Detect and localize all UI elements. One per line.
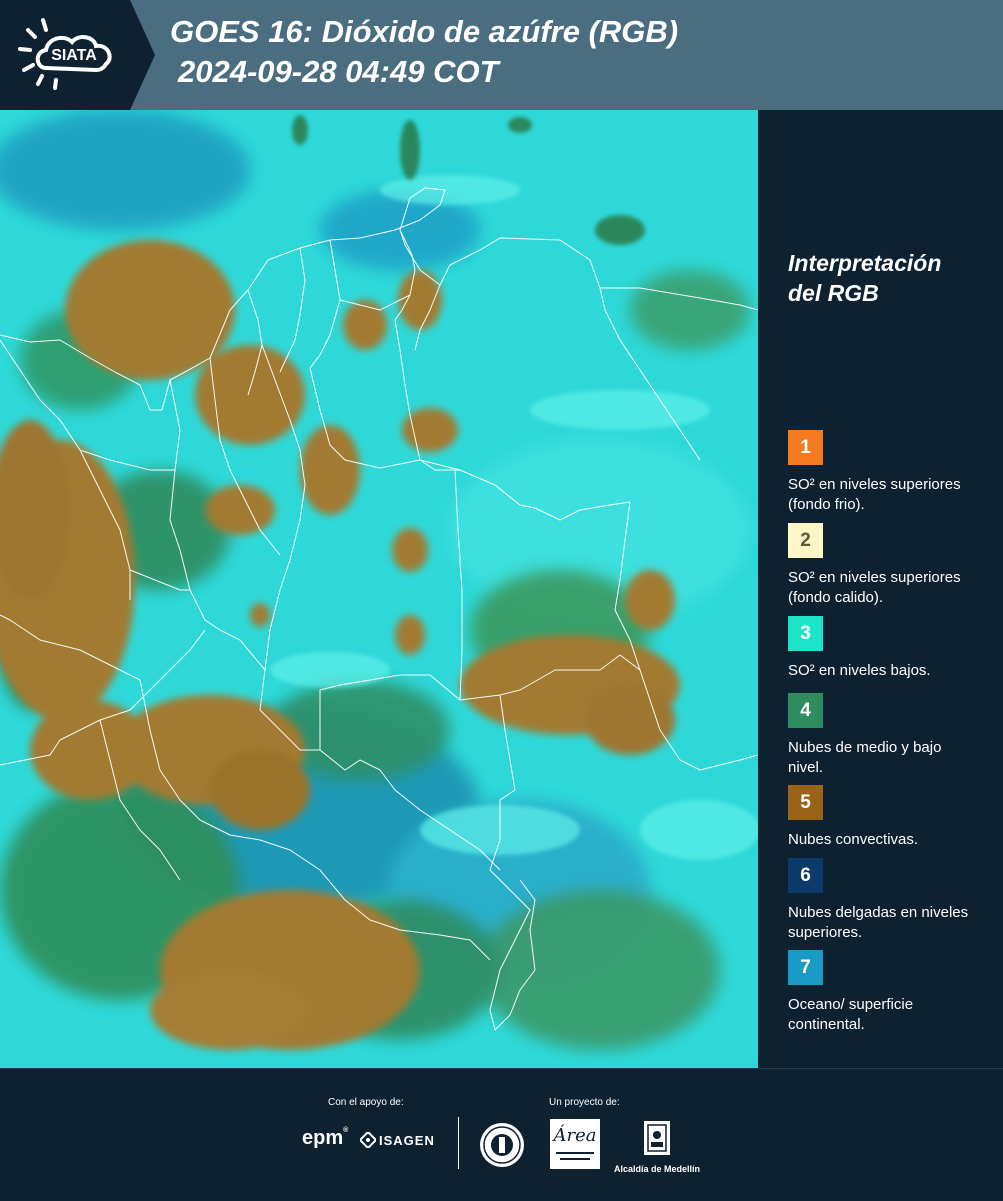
- page-subtitle-timestamp: 2024-09-28 04:49 COT: [178, 54, 499, 89]
- legend-item: 7 Oceano/ superficie continental.: [788, 950, 988, 1035]
- legend-item: 2 SO² en niveles superiores (fondo calido…: [788, 523, 988, 608]
- epm-logo-text: epm: [302, 1127, 344, 1149]
- legend-title-line1: Interpretación: [788, 250, 942, 276]
- legend-swatch: 4: [788, 693, 823, 728]
- medellin-crest-icon: [644, 1121, 670, 1155]
- legend-item: 5 Nubes convectivas.: [788, 785, 988, 850]
- legend-swatch: 1: [788, 430, 823, 465]
- area-logo-text: Área: [553, 1125, 597, 1146]
- legend-title-line2: del RGB: [788, 280, 879, 306]
- legend-swatch: 2: [788, 523, 823, 558]
- isagen-mark-icon: [360, 1132, 376, 1148]
- legend-item: 1 SO² en niveles superiores (fondo frio).: [788, 430, 988, 515]
- alcaldia-text: Alcaldía de Medellín: [613, 1164, 701, 1174]
- legend-label: Nubes convectivas.: [788, 831, 919, 848]
- isagen-logo-text: ISAGEN: [379, 1132, 435, 1148]
- isagen-logo[interactable]: ISAGEN: [360, 1132, 435, 1148]
- legend-title: Interpretación del RGB: [788, 248, 988, 308]
- header: SIATA GOES 16: Dióxido de azúfre (RGB) 2…: [0, 0, 1003, 110]
- satellite-image: [0, 110, 758, 1068]
- epm-logo[interactable]: epm®: [302, 1127, 348, 1150]
- alcaldia-medellin-logo[interactable]: Alcaldía de Medellín: [612, 1119, 702, 1174]
- legend-label: Nubes de medio y bajo nivel.: [788, 739, 942, 776]
- legend-swatch: 3: [788, 616, 823, 651]
- legend-label: Oceano/ superficie continental.: [788, 996, 914, 1033]
- project-label: Un proyecto de:: [549, 1097, 620, 1108]
- support-label: Con el apoyo de:: [328, 1097, 404, 1108]
- seal-icon: [480, 1123, 524, 1167]
- siata-logo[interactable]: SIATA: [0, 0, 155, 110]
- footer: Con el apoyo de: Un proyecto de: epm® IS…: [0, 1068, 1003, 1201]
- legend-panel: Interpretación del RGB 1 SO² en niveles s…: [758, 110, 1003, 1068]
- legend-item: 4 Nubes de medio y bajo nivel.: [788, 693, 988, 778]
- area-metropolitana-logo[interactable]: Área: [550, 1119, 600, 1169]
- legend-label: Nubes delgadas en niveles superiores.: [788, 904, 969, 941]
- siata-logo-graphic: SIATA: [0, 0, 155, 110]
- legend-item: 6 Nubes delgadas en niveles superiores.: [788, 858, 988, 943]
- footer-divider: [458, 1117, 459, 1169]
- legend-label: SO² en niveles superiores (fondo calido)…: [788, 569, 961, 606]
- legend-label: SO² en niveles bajos.: [788, 662, 931, 679]
- legend-swatch: 7: [788, 950, 823, 985]
- satellite-map[interactable]: [0, 110, 758, 1068]
- legend-swatch: 5: [788, 785, 823, 820]
- page-title: GOES 16: Dióxido de azúfre (RGB): [170, 14, 679, 49]
- logo-text: SIATA: [51, 47, 97, 64]
- legend-item: 3 SO² en niveles bajos.: [788, 616, 988, 681]
- university-seal-logo[interactable]: [478, 1121, 526, 1174]
- legend-label: SO² en niveles superiores (fondo frio).: [788, 476, 961, 513]
- legend-swatch: 6: [788, 858, 823, 893]
